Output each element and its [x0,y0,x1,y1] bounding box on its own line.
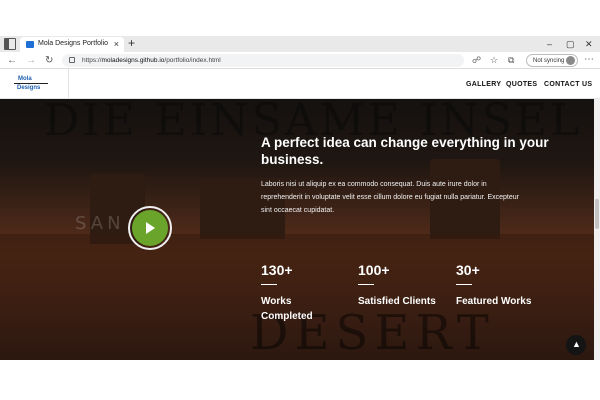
address-bar: ← → ↻ https://moladesigns.github.io/port… [0,52,600,69]
url-path: /portfolio/index.html [164,57,221,64]
forward-arrow-icon[interactable]: → [26,54,36,67]
bottom-margin [0,360,600,400]
tab-close-icon[interactable]: × [114,38,119,50]
refresh-icon[interactable]: ↻ [45,54,53,67]
minimize-button[interactable]: – [547,37,552,51]
maximize-button[interactable]: ▢ [566,37,575,51]
nav-contact-us[interactable]: CONTACT US [544,80,592,89]
sync-label: Not syncing [533,58,565,64]
nav-gallery[interactable]: GALLERY [466,80,501,89]
hero-headline: A perfect idea can change everything in … [261,135,549,167]
stat-divider [261,284,277,285]
favorite-star-icon[interactable]: ☆ [490,55,498,66]
favicon-icon [26,41,34,48]
bg-word-left: SAN [75,213,125,234]
tab-bar: Mola Designs Portfolio × + – ▢ ✕ [0,36,600,52]
avatar [566,56,575,65]
lock-icon[interactable] [69,57,75,63]
stat-number-clients: 100+ [358,262,390,278]
scrollbar-thumb[interactable] [595,199,599,229]
url-host: moladesigns.github.io [101,57,165,64]
scroll-to-top-button[interactable]: ▲ [566,335,586,355]
hero-paragraph: Laboris nisi ut aliquip ex ea commodo co… [261,181,519,214]
back-arrow-icon[interactable]: ← [7,54,17,67]
site-header: Mola Designs GALLERY QUOTES CONTACT US [0,69,600,99]
collections-icon[interactable]: ⧉ [508,55,514,66]
reading-view-icon[interactable]: ☍ [472,55,481,66]
stat-number-featured: 30+ [456,262,480,278]
top-margin [0,0,600,36]
url-prefix: https:// [82,57,102,64]
chevron-up-icon: ▲ [572,339,581,349]
stat-divider [456,284,472,285]
url-text[interactable]: https://moladesigns.github.io/portfolio/… [82,55,221,66]
profile-sync-button[interactable]: Not syncing [526,54,578,67]
logo-text-bottom: Designs [17,85,41,91]
nav-quotes[interactable]: QUOTES [506,80,537,89]
new-tab-button[interactable]: + [128,36,135,51]
active-tab[interactable]: Mola Designs Portfolio × [20,37,124,52]
browser-window: Mola Designs Portfolio × + – ▢ ✕ ← → ↻ h… [0,0,600,400]
header-divider [68,69,69,99]
logo-text-top: Mola [18,76,32,82]
stat-label-works: Works Completed [261,296,313,322]
play-icon [146,222,155,234]
tab-title: Mola Designs Portfolio [38,40,109,47]
more-menu-icon[interactable]: ⋯ [584,54,594,66]
page-scrollbar[interactable] [594,99,600,360]
tab-actions-icon[interactable] [4,38,16,50]
stat-label-clients: Satisfied Clients [358,296,436,307]
url-field[interactable]: https://moladesigns.github.io/portfolio/… [62,54,464,67]
close-window-button[interactable]: ✕ [585,37,593,51]
stat-number-works: 130+ [261,262,293,278]
stat-label-featured: Featured Works [456,296,532,307]
stat-divider [358,284,374,285]
site-logo[interactable]: Mola Designs [14,75,48,93]
